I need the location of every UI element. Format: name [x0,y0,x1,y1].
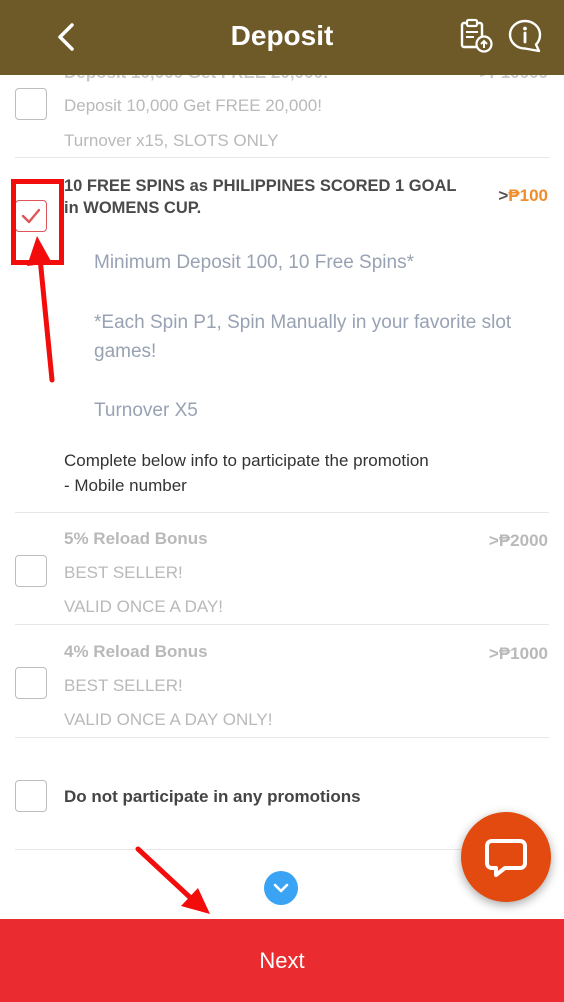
annotation-highlight-box [11,179,64,265]
promo-checkbox-none[interactable] [15,780,47,812]
promo-description: *Each Spin P1, Spin Manually in your fav… [94,312,512,362]
promo-line: BEST SELLER! [64,676,183,695]
promo-line: Deposit 10,000 Get FREE 20,000! [64,96,322,115]
deposit-records-icon[interactable] [457,17,495,55]
info-button[interactable] [506,17,544,55]
live-chat-button[interactable] [461,812,551,902]
header-bar: Deposit [0,0,564,75]
promo-description: Minimum Deposit 100, 10 Free Spins* [94,252,414,273]
next-button[interactable]: Next [0,919,564,1002]
deposit-records-button[interactable] [457,17,495,55]
promo-line: Turnover x15, SLOTS ONLY [64,131,279,150]
scroll-down-button[interactable] [264,871,298,905]
promo-checkbox-reload-4[interactable] [15,667,47,699]
promo-requirement-item: - Mobile number [64,476,187,495]
promo-min-amount: >₱100 [498,186,548,206]
promo-partial-amount: >₱10000 [479,75,548,83]
promo-requirement: Complete below info to participate the p… [64,451,429,470]
divider [15,512,549,513]
divider [15,157,549,158]
promo-line: BEST SELLER! [64,563,183,582]
divider [15,737,549,738]
promo-title-reload-5: 5% Reload Bonus [64,529,208,548]
divider [15,624,549,625]
promo-title-free-spins: 10 FREE SPINS as PHILIPPINES SCORED 1 GO… [64,177,457,217]
chat-bubble-icon[interactable] [484,836,528,880]
promo-line: VALID ONCE A DAY! [64,597,224,616]
promo-description: Turnover X5 [94,400,198,421]
chevron-down-icon[interactable] [273,881,289,895]
promo-title-reload-4: 4% Reload Bonus [64,642,208,661]
no-promotion-label: Do not participate in any promotions [64,787,361,806]
promotion-list[interactable]: Deposit 10,000 Get FREE 20,000! >₱10000 … [0,75,564,919]
promo-min-amount: >₱1000 [488,644,548,663]
promo-min-amount: >₱2000 [488,531,548,550]
promo-checkbox-reload-5[interactable] [15,555,47,587]
promo-line: VALID ONCE A DAY ONLY! [64,710,273,729]
amount-prefix: > [498,186,509,205]
amount-value: ₱100 [508,186,548,205]
promo-checkbox-deposit-10000[interactable] [15,88,47,120]
info-chat-icon[interactable] [506,17,544,55]
promo-partial-title: Deposit 10,000 Get FREE 20,000! [64,75,329,83]
